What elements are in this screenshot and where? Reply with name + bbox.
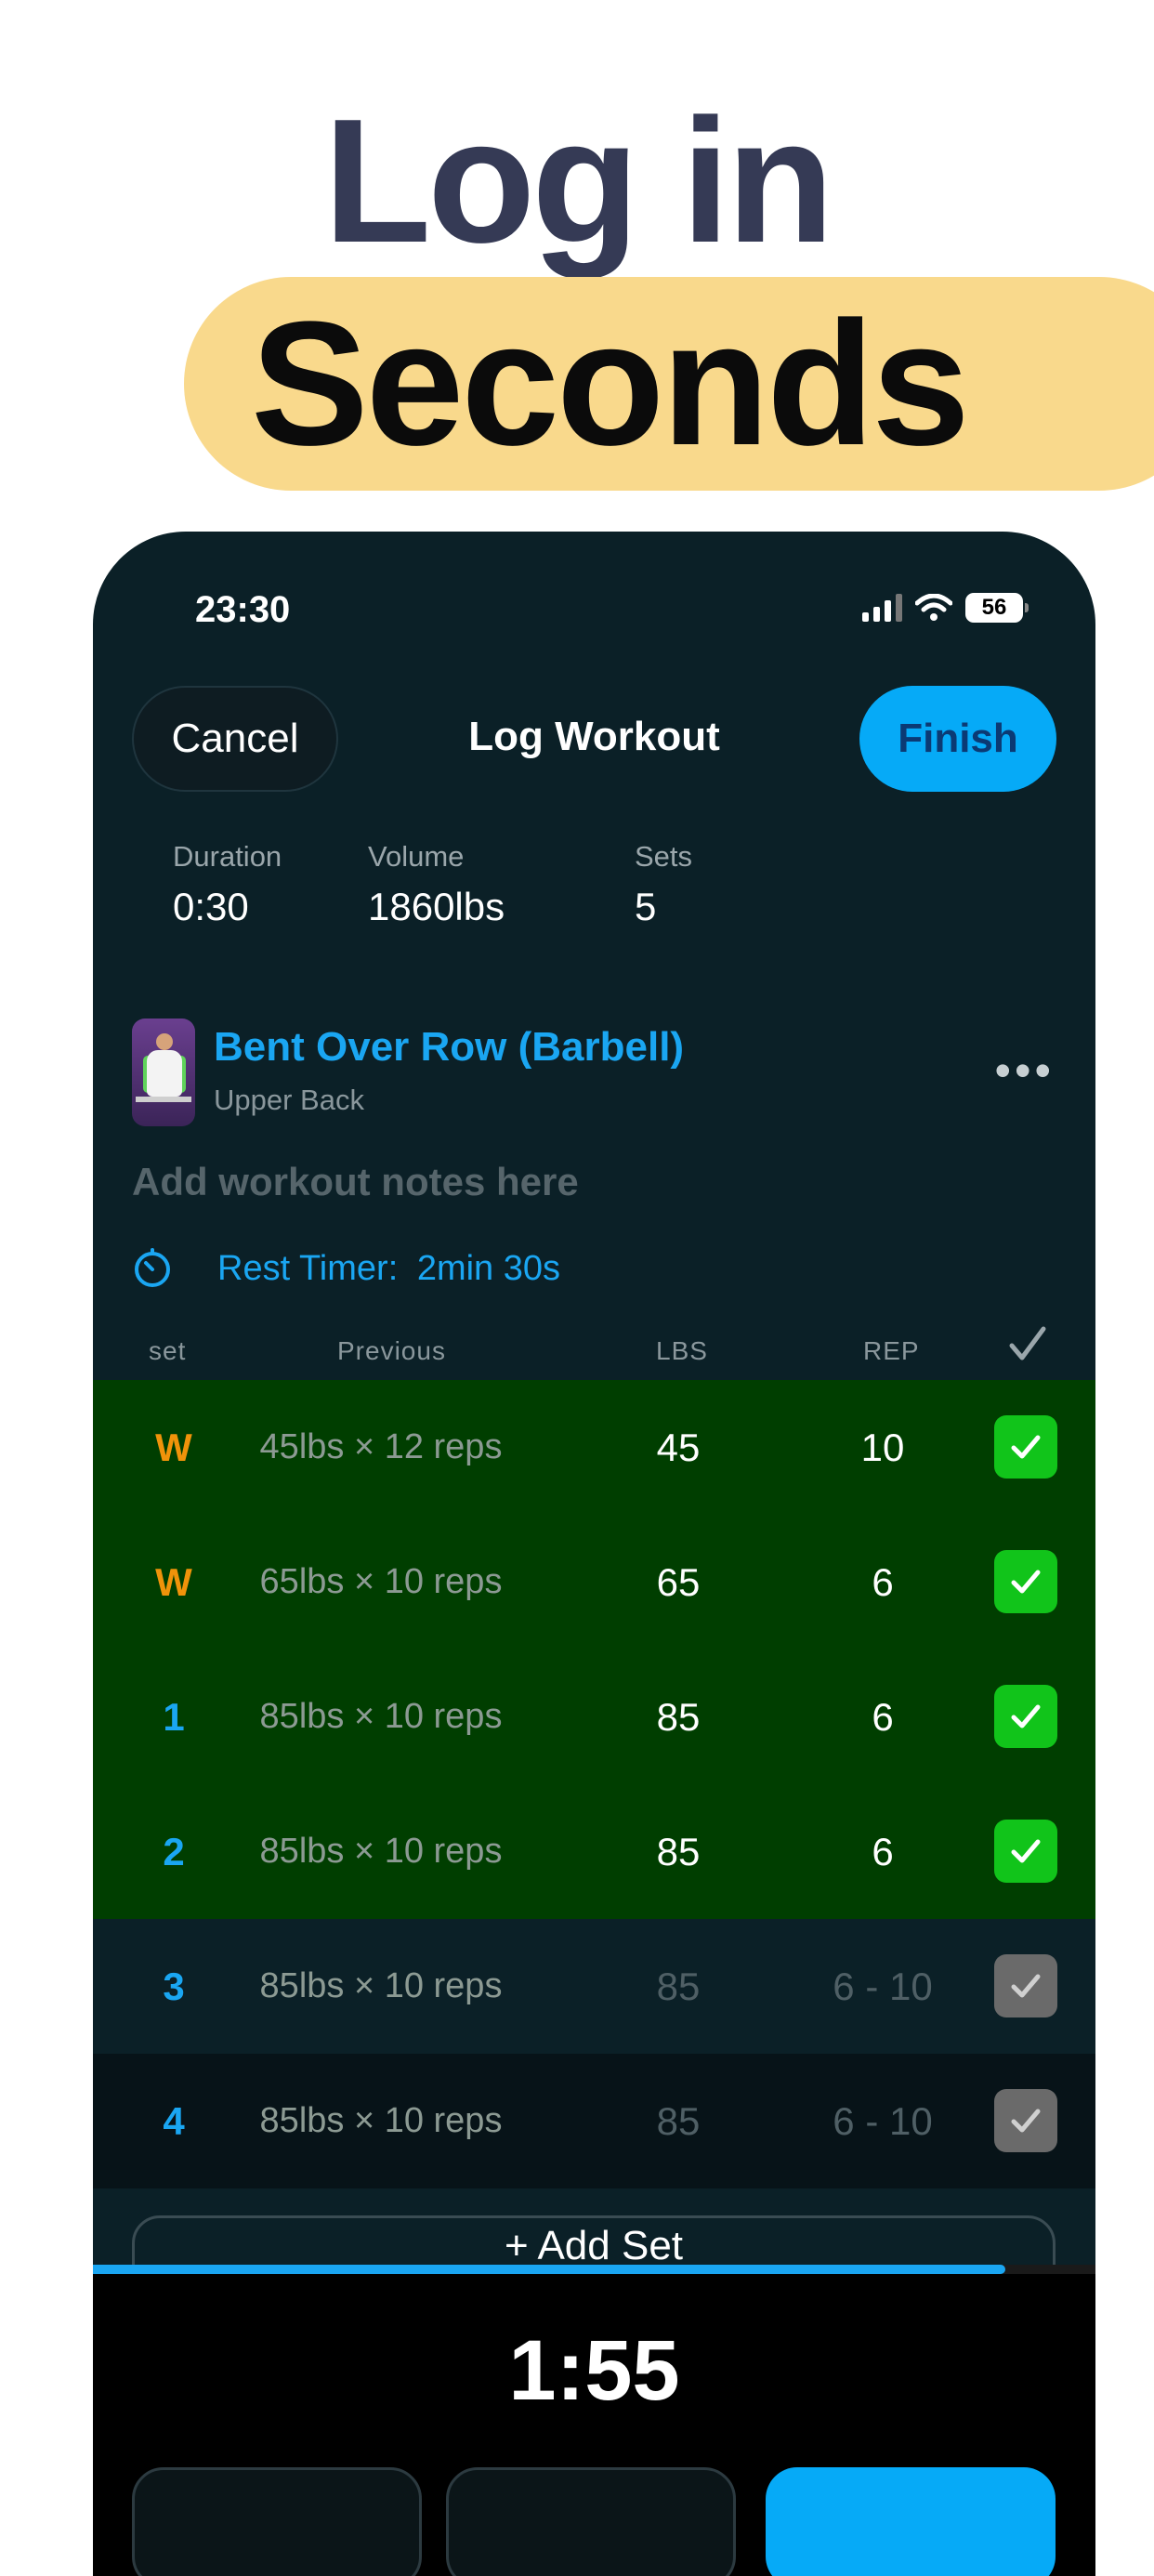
reps-input[interactable]: 6: [780, 1649, 985, 1784]
previous-value[interactable]: 45lbs × 12 reps: [232, 1380, 530, 1515]
set-row: 1 85lbs × 10 reps 85 6: [93, 1649, 1095, 1784]
wifi-icon: [915, 594, 952, 621]
weight-input[interactable]: 85: [613, 1784, 743, 1919]
col-header-lbs: LBS: [656, 1336, 708, 1365]
headline-line1: Log in: [323, 83, 834, 280]
exercise-thumbnail[interactable]: [132, 1019, 195, 1126]
previous-value[interactable]: 65lbs × 10 reps: [232, 1515, 530, 1649]
stat-duration: Duration 0:30: [173, 840, 282, 929]
stat-label: Volume: [368, 840, 465, 873]
check-icon: [1011, 1839, 1041, 1863]
set-complete-checkbox[interactable]: [994, 1415, 1057, 1479]
check-icon: [1011, 1974, 1041, 1998]
check-icon: [1011, 2109, 1041, 2133]
set-complete-checkbox[interactable]: [994, 1820, 1057, 1883]
set-complete-checkbox[interactable]: [994, 1550, 1057, 1613]
rest-timer-panel: 1:55: [93, 2265, 1095, 2576]
check-all-icon[interactable]: [1006, 1323, 1049, 1366]
stat-value: 1860lbs: [368, 885, 505, 928]
stat-sets: Sets 5: [635, 840, 692, 929]
col-header-previous: Previous: [337, 1336, 446, 1365]
more-options-icon[interactable]: •••: [994, 1047, 1055, 1094]
reps-input[interactable]: 6: [780, 1515, 985, 1649]
set-complete-checkbox[interactable]: [994, 1685, 1057, 1748]
rest-timer-countdown: 1:55: [508, 2323, 680, 2418]
set-row: 4 85lbs × 10 reps 85 6 - 10: [93, 2054, 1095, 2188]
weight-input[interactable]: 65: [613, 1515, 743, 1649]
previous-value[interactable]: 85lbs × 10 reps: [232, 1649, 530, 1784]
weight-input[interactable]: 85: [613, 1919, 743, 2054]
exercise-muscle: Upper Back: [214, 1084, 364, 1116]
headline-line2: Seconds: [251, 285, 970, 482]
rest-progress-fill: [93, 2265, 1005, 2274]
set-complete-checkbox[interactable]: [994, 1954, 1057, 2017]
timer-increase-button[interactable]: [446, 2467, 736, 2576]
finish-button[interactable]: Finish: [859, 686, 1056, 792]
set-number[interactable]: 3: [113, 1919, 234, 2054]
battery-icon: 56: [965, 593, 1029, 623]
stat-label: Duration: [173, 840, 282, 873]
set-row: 2 85lbs × 10 reps 85 6: [93, 1784, 1095, 1919]
cellular-signal-icon: [862, 594, 902, 622]
col-header-rep: REP: [863, 1336, 920, 1365]
reps-input[interactable]: 6 - 10: [780, 1919, 985, 2054]
workout-notes-input[interactable]: Add workout notes here: [132, 1160, 579, 1204]
stat-value: 0:30: [173, 885, 249, 928]
rest-timer-icon[interactable]: [132, 1247, 173, 1288]
status-icons: 56: [862, 593, 1029, 623]
status-time: 23:30: [195, 589, 291, 630]
rest-timer-value: 2min 30s: [416, 1249, 561, 1288]
set-complete-checkbox[interactable]: [994, 2089, 1057, 2152]
stat-label: Sets: [635, 840, 693, 873]
col-header-set: set: [149, 1336, 187, 1365]
rest-timer-text[interactable]: Rest Timer: 2min 30s: [217, 1249, 560, 1289]
set-number[interactable]: 1: [113, 1649, 234, 1784]
weight-input[interactable]: 85: [613, 2054, 743, 2188]
set-number[interactable]: W: [113, 1515, 234, 1649]
weight-input[interactable]: 45: [613, 1380, 743, 1515]
set-number[interactable]: 2: [113, 1784, 234, 1919]
set-row: W 45lbs × 12 reps 45 10: [93, 1380, 1095, 1515]
check-icon: [1011, 1435, 1041, 1459]
rest-timer-label: Rest Timer:: [217, 1249, 399, 1288]
previous-value[interactable]: 85lbs × 10 reps: [232, 1919, 530, 2054]
timer-decrease-button[interactable]: [132, 2467, 422, 2576]
reps-input[interactable]: 6: [780, 1784, 985, 1919]
set-number[interactable]: W: [113, 1380, 234, 1515]
phone-screen: 23:30 56 Cancel Log Workout Finish Durat…: [93, 532, 1095, 2576]
set-row: 3 85lbs × 10 reps 85 6 - 10: [93, 1919, 1095, 2054]
set-row: W 65lbs × 10 reps 65 6: [93, 1515, 1095, 1649]
exercise-name[interactable]: Bent Over Row (Barbell): [214, 1024, 684, 1071]
stat-volume: Volume 1860lbs: [368, 840, 505, 929]
weight-input[interactable]: 85: [613, 1649, 743, 1784]
timer-skip-button[interactable]: [766, 2467, 1056, 2576]
reps-input[interactable]: 6 - 10: [780, 2054, 985, 2188]
reps-input[interactable]: 10: [780, 1380, 985, 1515]
previous-value[interactable]: 85lbs × 10 reps: [232, 2054, 530, 2188]
rest-progress-track: [93, 2265, 1095, 2274]
stat-value: 5: [635, 885, 657, 928]
set-number[interactable]: 4: [113, 2054, 234, 2188]
check-icon: [1011, 1704, 1041, 1728]
previous-value[interactable]: 85lbs × 10 reps: [232, 1784, 530, 1919]
check-icon: [1011, 1570, 1041, 1594]
